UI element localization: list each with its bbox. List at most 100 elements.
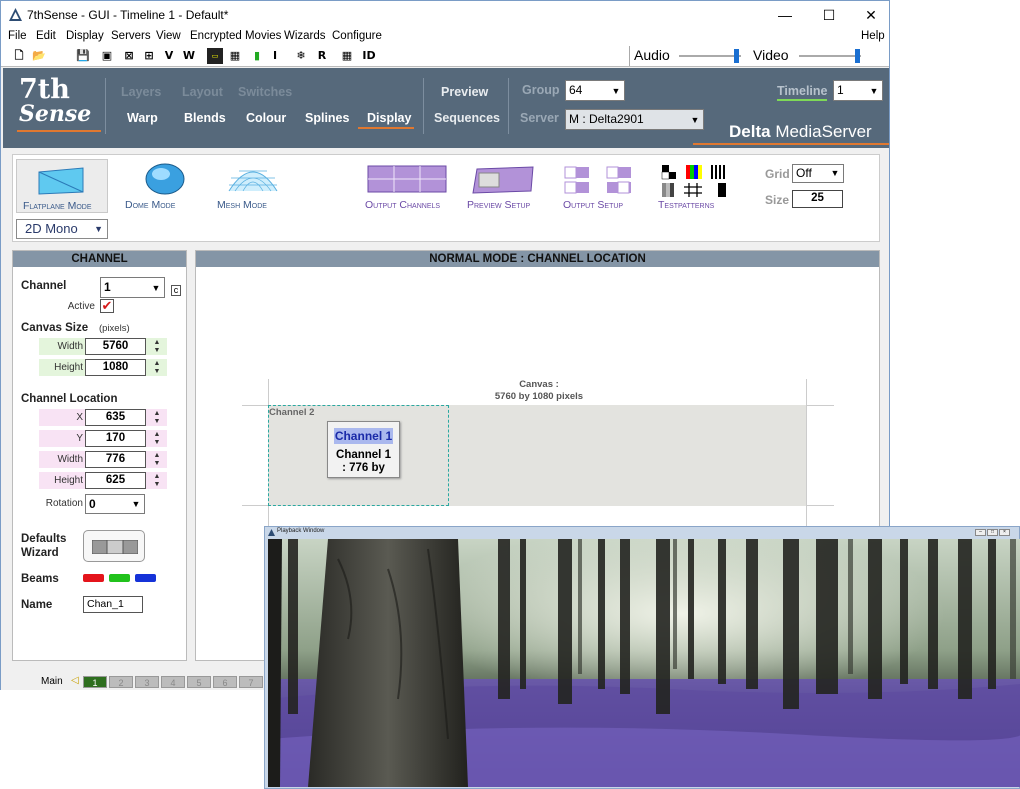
properties-icon[interactable]: ▣ <box>99 48 115 64</box>
display-icon[interactable]: ▭ <box>207 48 223 64</box>
menu-wizards[interactable]: Wizards <box>284 30 326 42</box>
grid-size-input[interactable]: 25 <box>792 190 843 208</box>
open-folder-icon[interactable]: 📂 <box>31 48 47 64</box>
navigation-banner: 7th Sense Layers Layout Switches Warp Bl… <box>3 68 889 148</box>
video-slider-thumb[interactable] <box>855 49 860 63</box>
video-slider[interactable] <box>799 49 861 63</box>
canvas-height-spinner[interactable]: ▲ ▼ <box>152 360 162 377</box>
audio-slider-thumb[interactable] <box>734 49 739 63</box>
audio-slider[interactable] <box>679 49 741 63</box>
playback-maximize-button[interactable]: □ <box>987 529 998 536</box>
server-select[interactable]: M : Delta2901 ▼ <box>565 109 704 130</box>
nav-layers[interactable]: Layers <box>121 85 161 99</box>
chevron-down-icon: ▼ <box>869 86 879 96</box>
table-icon[interactable]: ▦ <box>339 48 355 64</box>
id-button[interactable]: ID <box>359 48 379 64</box>
y-input[interactable]: 170 <box>85 430 146 447</box>
menu-help[interactable]: Help <box>861 30 885 42</box>
i-button[interactable]: I <box>267 48 283 64</box>
nav-preview[interactable]: Preview <box>441 85 488 99</box>
nav-divider <box>423 78 424 134</box>
grid-select[interactable]: Off ▼ <box>792 164 844 183</box>
loc-width-input[interactable]: 776 <box>85 451 146 468</box>
active-tab-underline <box>358 127 414 129</box>
grid-icon[interactable]: ⊞ <box>141 48 157 64</box>
stereo-mode-select[interactable]: 2D Mono ▼ <box>16 219 108 239</box>
server-value: M : Delta2901 <box>569 112 644 126</box>
timeline-tab-1[interactable]: 1 <box>83 676 107 688</box>
channel-name-input[interactable]: Chan_1 <box>83 596 143 613</box>
nav-sequences[interactable]: Sequences <box>434 111 500 125</box>
menu-edit[interactable]: Edit <box>36 30 56 42</box>
nav-layout[interactable]: Layout <box>182 85 223 99</box>
canvas-width-input[interactable]: 5760 <box>85 338 146 355</box>
nav-blends[interactable]: Blends <box>184 111 226 125</box>
layout-icon[interactable]: ⊠ <box>121 48 137 64</box>
canvas-guide-right <box>806 379 807 529</box>
nav-colour[interactable]: Colour <box>246 111 286 125</box>
close-button[interactable]: ✕ <box>849 1 893 29</box>
group-select[interactable]: 64 ▼ <box>565 80 625 101</box>
channel-popup[interactable]: Channel 1 Channel 1 : 776 by <box>327 421 400 478</box>
output-channels-button[interactable]: Output Channels <box>365 163 447 211</box>
canvas-width-spinner[interactable]: ▲ ▼ <box>152 339 162 356</box>
timeline-tab-5[interactable]: 5 <box>187 676 211 688</box>
menu-servers[interactable]: Servers <box>111 30 151 42</box>
chevron-down-icon: ▼ <box>611 86 621 96</box>
nav-display[interactable]: Display <box>367 111 411 125</box>
defaults-wizard-button[interactable] <box>83 530 145 562</box>
nav-switches[interactable]: Switches <box>238 85 292 99</box>
timeline-select[interactable]: 1 ▼ <box>833 80 883 101</box>
x-spinner[interactable]: ▲ ▼ <box>152 410 162 427</box>
nav-splines[interactable]: Splines <box>305 111 349 125</box>
loc-width-spinner[interactable]: ▲ ▼ <box>152 452 162 469</box>
w-button[interactable]: W <box>181 48 197 64</box>
v-button[interactable]: V <box>161 48 177 64</box>
tab-left-arrow-icon[interactable]: ◁ <box>71 675 79 686</box>
beam-green-swatch[interactable] <box>109 574 130 582</box>
preview-setup-button[interactable]: Preview Setup <box>467 163 547 211</box>
preview-setup-icon <box>472 166 534 194</box>
playback-close-button[interactable]: × <box>999 529 1010 536</box>
copy-channel-button[interactable]: c <box>171 285 181 296</box>
loc-height-input[interactable]: 625 <box>85 472 146 489</box>
timeline-tab-3[interactable]: 3 <box>135 676 159 688</box>
active-checkbox[interactable]: ✔ <box>100 299 114 313</box>
y-spinner[interactable]: ▲ ▼ <box>152 431 162 448</box>
maximize-button[interactable]: ☐ <box>807 1 851 29</box>
flatplane-mode-button[interactable]: Flatplane Mode <box>16 159 108 213</box>
output-setup-button[interactable]: Output Setup <box>563 163 639 211</box>
x-input[interactable]: 635 <box>85 409 146 426</box>
menu-display[interactable]: Display <box>66 30 104 42</box>
minimize-button[interactable]: — <box>763 1 807 29</box>
beam-red-swatch[interactable] <box>83 574 104 582</box>
loc-height-spinner[interactable]: ▲ ▼ <box>152 473 162 490</box>
mesh-mode-button[interactable]: Mesh Mode <box>211 159 303 213</box>
r-button[interactable]: R <box>314 48 330 64</box>
menu-file[interactable]: File <box>8 30 27 42</box>
rotation-select[interactable]: 0 ▼ <box>85 494 145 514</box>
playback-minimize-button[interactable]: – <box>975 529 986 536</box>
playback-window[interactable]: Playback Window – □ × <box>264 526 1020 789</box>
beam-blue-swatch[interactable] <box>135 574 156 582</box>
app-logo-icon <box>9 8 22 21</box>
menu-configure[interactable]: Configure <box>332 30 382 42</box>
new-file-icon[interactable]: 🗋 <box>11 48 27 64</box>
dome-mode-button[interactable]: Dome Mode <box>121 159 213 213</box>
timeline-tab-6[interactable]: 6 <box>213 676 237 688</box>
channel-select[interactable]: 1 ▼ <box>100 277 165 298</box>
menu-encrypted-movies[interactable]: Encrypted Movies <box>190 30 281 42</box>
canvas-height-input[interactable]: 1080 <box>85 359 146 376</box>
snowflake-icon[interactable]: ❄ <box>293 48 309 64</box>
timeline-tab-2[interactable]: 2 <box>109 676 133 688</box>
save-icon[interactable]: 💾 <box>75 48 91 64</box>
timeline-value: 1 <box>837 83 844 97</box>
nav-warp[interactable]: Warp <box>127 111 158 125</box>
colour-icon[interactable]: ▦ <box>227 48 243 64</box>
testpatterns-button[interactable]: Testpatterns <box>658 161 734 211</box>
levels-icon[interactable]: ▮ <box>249 48 265 64</box>
menu-view[interactable]: View <box>156 30 181 42</box>
timeline-tab-4[interactable]: 4 <box>161 676 185 688</box>
timeline-tab-7[interactable]: 7 <box>239 676 263 688</box>
chevron-down-icon: ▼ <box>690 115 700 125</box>
